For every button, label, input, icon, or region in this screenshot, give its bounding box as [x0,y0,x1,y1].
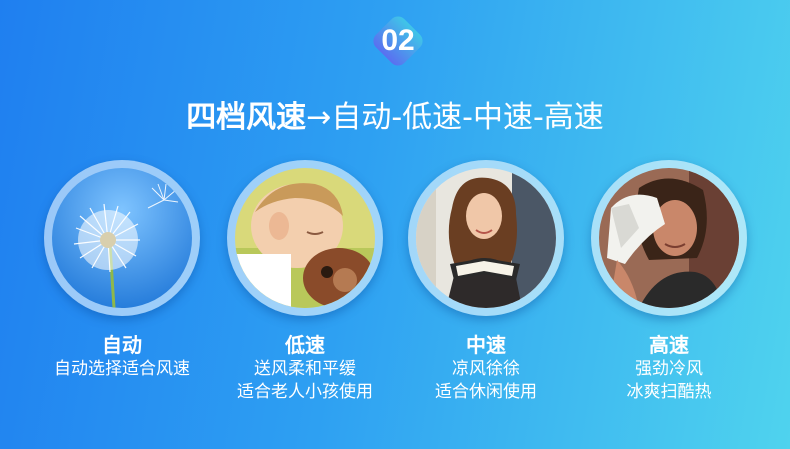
headline: 四档风速→自动-低速-中速-高速 [0,92,790,136]
page: 02 四档风速→自动-低速-中速-高速 自动 自动选择适合风速 低速 送风柔和平… [0,0,790,449]
feature-auto: 自动 自动选择适合风速 [32,160,212,381]
feature-image-frame [44,160,200,316]
dandelion-icon [52,168,192,308]
feature-desc-line: 凉风徐徐 [452,359,520,379]
step-number: 02 [381,24,415,57]
feature-title: 自动 [102,333,142,357]
feature-desc-line: 适合休闲使用 [435,382,537,402]
sweating-athlete-icon [599,168,739,308]
step-badge: 02 [367,10,429,72]
sleeping-baby-icon [235,168,375,308]
feature-desc-line: 冰爽扫酷热 [626,382,712,402]
feature-desc-line: 强劲冷风 [635,359,703,379]
feature-title: 低速 [285,333,325,357]
feature-image-frame [408,160,564,316]
feature-high: 高速 强劲冷风 冰爽扫酷热 [579,160,759,404]
feature-image-frame [591,160,747,316]
feature-desc-line: 适合老人小孩使用 [237,382,373,402]
feature-title: 中速 [466,333,506,357]
feature-low: 低速 送风柔和平缓 适合老人小孩使用 [215,160,395,404]
headline-strong: 四档风速 [186,100,307,135]
feature-image-frame [227,160,383,316]
feature-desc-line: 自动选择适合风速 [54,359,190,379]
reading-woman-icon [416,168,556,308]
feature-desc-line: 送风柔和平缓 [254,359,356,379]
feature-title: 高速 [649,333,689,357]
headline-rest: →自动-低速-中速-高速 [306,100,604,135]
feature-medium: 中速 凉风徐徐 适合休闲使用 [396,160,576,404]
